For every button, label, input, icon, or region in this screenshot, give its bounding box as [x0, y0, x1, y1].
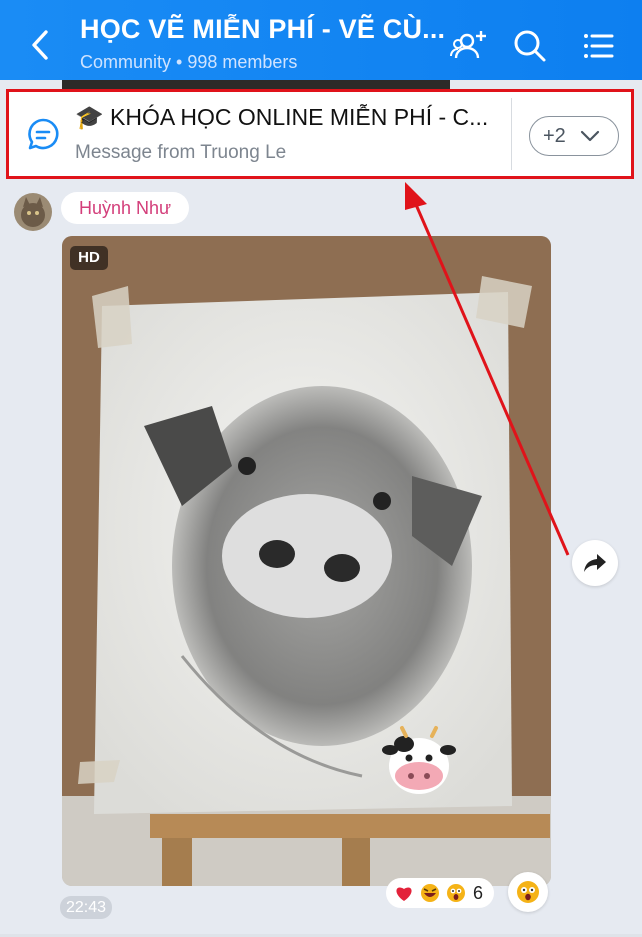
- shared-photo[interactable]: [62, 236, 551, 886]
- pinned-title: 🎓 KHÓA HỌC ONLINE MIỄN PHÍ - C...: [75, 104, 489, 130]
- pinned-subtitle: Message from Truong Le: [75, 142, 287, 163]
- heart-icon: [396, 887, 412, 901]
- reaction-count: 6: [473, 883, 484, 903]
- wow-icon: [447, 884, 465, 902]
- menu-list-icon[interactable]: [578, 26, 618, 66]
- add-reaction-button[interactable]: [508, 872, 548, 912]
- back-icon[interactable]: [26, 28, 56, 62]
- share-arrow-icon: [584, 554, 606, 572]
- group-subtitle: Community • 998 members: [80, 52, 297, 73]
- sender-avatar[interactable]: [14, 193, 52, 231]
- search-icon[interactable]: [510, 26, 550, 66]
- group-type: Community: [80, 52, 172, 72]
- hd-badge: HD: [70, 246, 108, 270]
- pinned-message-bar[interactable]: 🎓 KHÓA HỌC ONLINE MIỄN PHÍ - C... Messag…: [6, 89, 634, 179]
- chat-bubble-icon: [28, 118, 59, 150]
- group-title: HỌC VẼ MIỄN PHÍ - VẼ CÙ...: [80, 14, 446, 44]
- top-bar: HỌC VẼ MIỄN PHÍ - VẼ CÙ... Community • 9…: [0, 0, 642, 80]
- member-count: 998 members: [187, 52, 298, 72]
- more-pinned-button[interactable]: +2: [529, 116, 619, 156]
- laugh-icon: [421, 884, 439, 902]
- share-button[interactable]: [572, 540, 618, 586]
- reaction-summary[interactable]: 6: [386, 878, 494, 908]
- divider: [511, 98, 512, 170]
- more-pinned-count: +2: [543, 125, 566, 147]
- sender-name: Huỳnh Như: [61, 192, 190, 224]
- chevron-down-icon: [580, 130, 600, 142]
- message-time: 22:43: [60, 896, 113, 919]
- wow-emoji-icon: [517, 881, 539, 903]
- add-member-icon[interactable]: [450, 26, 490, 66]
- subtitle-separator: •: [176, 52, 183, 72]
